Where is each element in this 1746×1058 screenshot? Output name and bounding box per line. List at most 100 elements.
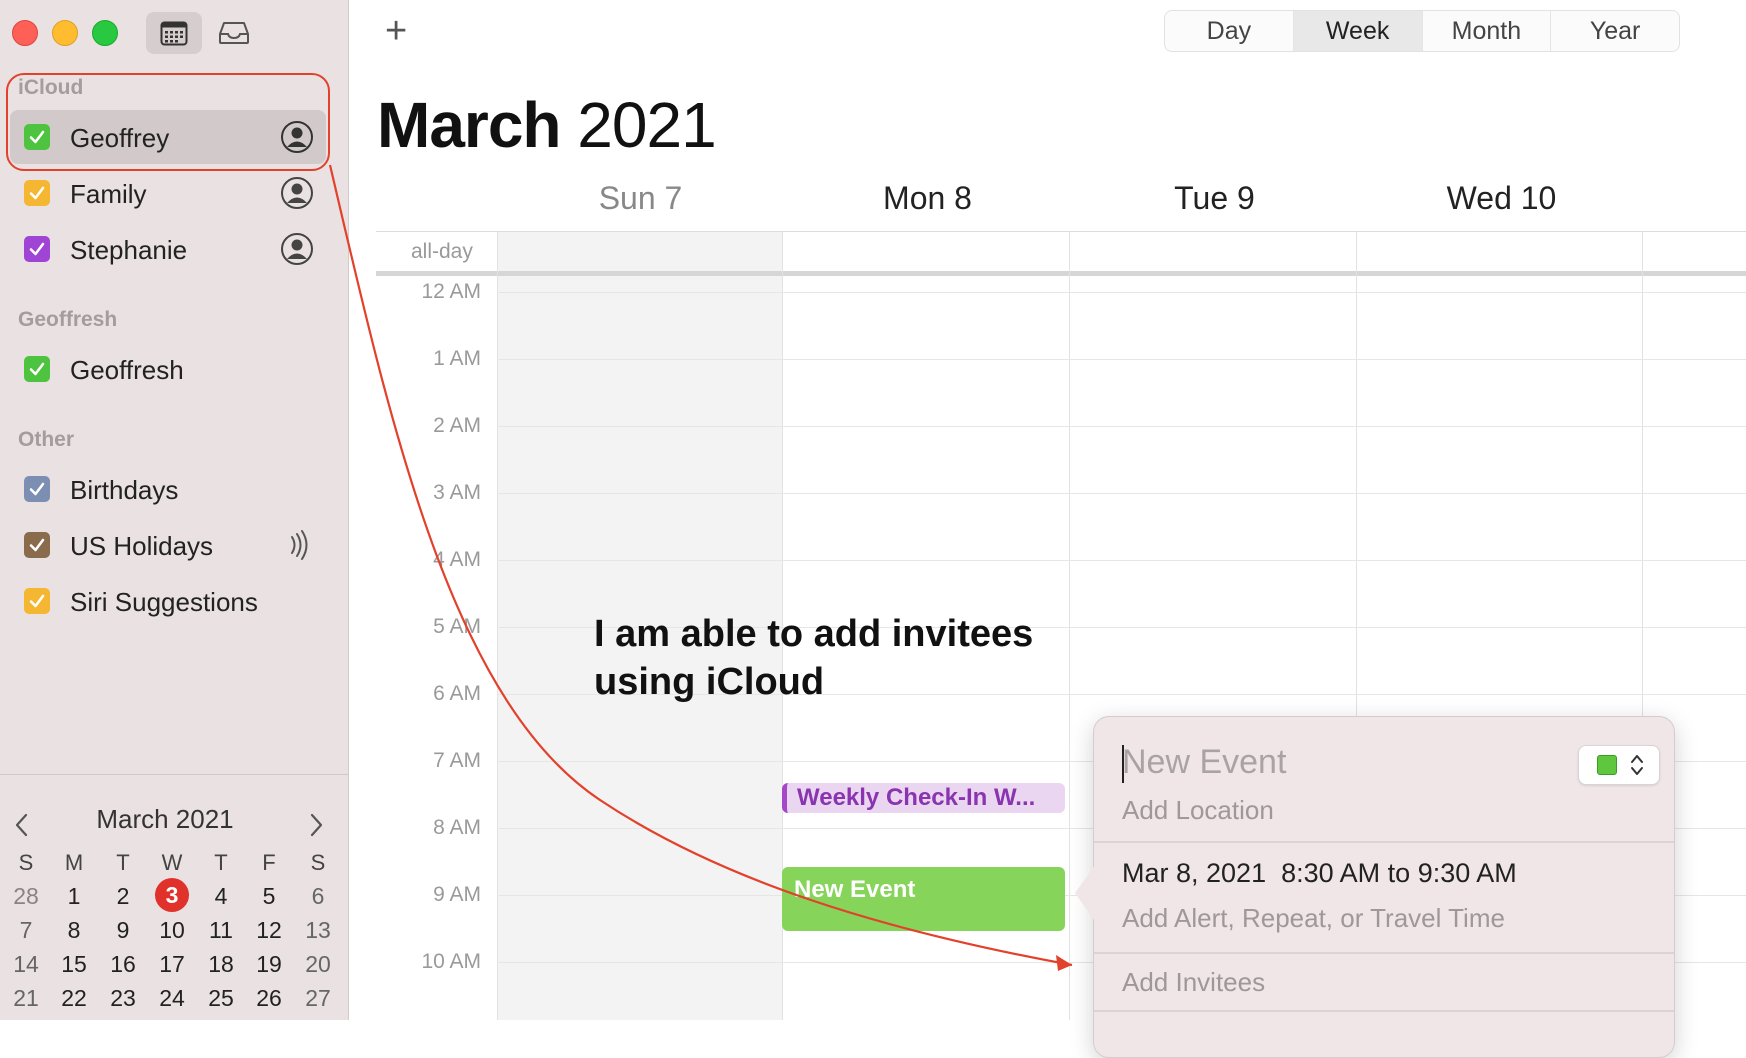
calendar-label: Siri Suggestions — [70, 587, 258, 617]
tab-year[interactable]: Year — [1551, 11, 1679, 51]
divider — [1094, 841, 1674, 843]
day-header-tue[interactable]: Tue 9 — [1071, 180, 1358, 217]
page-title: March 2021 — [377, 88, 717, 162]
chevron-right-icon[interactable] — [306, 812, 326, 838]
calendar-label: Geoffresh — [70, 355, 184, 385]
calendar-item-geoffresh[interactable]: Geoffresh — [10, 342, 326, 396]
mini-day-cell[interactable]: 16 — [99, 951, 147, 978]
mini-day-cell[interactable]: 27 — [294, 985, 342, 1012]
mini-day-cell[interactable]: 12 — [245, 917, 293, 944]
event-new-event[interactable]: New Event — [782, 867, 1065, 931]
group-title-geoffresh: Geoffresh — [18, 308, 118, 331]
checkbox-stephanie[interactable] — [24, 236, 50, 262]
up-down-chevron-icon — [1631, 755, 1643, 775]
zoom-window-button[interactable] — [92, 20, 118, 46]
subscription-broadcast-icon — [291, 530, 308, 560]
calendar-item-family[interactable]: Family — [10, 166, 326, 220]
checkbox-geoffresh[interactable] — [24, 356, 50, 382]
hour-label: 10 AM — [421, 950, 481, 973]
mini-day-cell[interactable]: 25 — [197, 985, 245, 1012]
calendar-item-birthdays[interactable]: Birthdays — [10, 462, 326, 516]
checkbox-birthdays[interactable] — [24, 476, 50, 502]
mini-day-cell[interactable]: 26 — [245, 985, 293, 1012]
calendar-color-picker[interactable] — [1578, 745, 1660, 785]
tab-month[interactable]: Month — [1423, 11, 1552, 51]
checkmark-icon — [29, 482, 45, 496]
mini-day-cell[interactable]: 17 — [148, 951, 196, 978]
hour-gridline — [497, 359, 1746, 360]
checkbox-siri-suggestions[interactable] — [24, 588, 50, 614]
annotation-text: I am able to add invitees using iCloud — [594, 610, 1033, 706]
calendar-item-stephanie[interactable]: Stephanie — [10, 222, 326, 276]
checkbox-family[interactable] — [24, 180, 50, 206]
mini-day-cell[interactable]: 6 — [294, 883, 342, 910]
checkmark-icon — [29, 362, 45, 376]
mini-day-cell[interactable]: 1 — [50, 883, 98, 910]
checkmark-icon — [29, 594, 45, 608]
checkmark-icon — [29, 538, 45, 552]
mini-day-cell[interactable]: 19 — [245, 951, 293, 978]
event-title-input[interactable]: New Event — [1122, 743, 1286, 782]
today-marker: 3 — [155, 878, 189, 912]
mini-day-cell[interactable]: 23 — [99, 985, 147, 1012]
event-weekly-check-in[interactable]: Weekly Check-In W... — [782, 783, 1065, 813]
month-name: March — [377, 89, 561, 161]
mini-weekday-label: T — [116, 850, 130, 875]
person-circle-icon[interactable] — [280, 232, 314, 266]
mini-weekday-label: S — [18, 850, 34, 875]
group-title-other: Other — [18, 428, 75, 451]
person-circle-icon[interactable] — [280, 176, 314, 210]
day-header-mon[interactable]: Mon 8 — [784, 180, 1071, 217]
mini-day-cell[interactable]: 8 — [50, 917, 98, 944]
popover-arrow — [1075, 865, 1095, 921]
tab-week[interactable]: Week — [1293, 11, 1423, 51]
mini-day-cell[interactable]: 21 — [2, 985, 50, 1012]
day-header-wed[interactable]: Wed 10 — [1358, 180, 1645, 217]
event-detail-popover: New Event Add Location Mar 8, 2021 8:30 … — [1075, 716, 1675, 1058]
alert-repeat-travel-input[interactable]: Add Alert, Repeat, or Travel Time — [1122, 903, 1505, 934]
view-switcher: Day Week Month Year — [1164, 10, 1680, 52]
calendar-label: Stephanie — [70, 235, 188, 265]
hour-label: 7 AM — [433, 749, 481, 772]
add-event-button[interactable]: + — [385, 10, 407, 53]
mini-day-cell[interactable]: 13 — [294, 917, 342, 944]
calendar-item-us-holidays[interactable]: US Holidays — [10, 518, 326, 572]
close-window-button[interactable] — [12, 20, 38, 46]
inbox-tray-icon — [219, 22, 249, 44]
mini-day-cell[interactable]: 5 — [245, 883, 293, 910]
mini-day-cell[interactable]: 14 — [2, 951, 50, 978]
checkmark-icon — [29, 242, 45, 256]
tab-day[interactable]: Day — [1165, 11, 1294, 51]
mini-day-cell[interactable]: 18 — [197, 951, 245, 978]
mini-weekday-label: M — [64, 850, 84, 875]
mini-day-cell[interactable]: 10 — [148, 917, 196, 944]
mini-day-cell[interactable]: 2 — [99, 883, 147, 910]
calendar-list-button[interactable] — [146, 12, 202, 54]
divider — [1094, 1010, 1674, 1012]
mini-day-cell[interactable]: 20 — [294, 951, 342, 978]
mini-day-cell[interactable]: 24 — [148, 985, 196, 1012]
mini-day-cell[interactable]: 28 — [2, 883, 50, 910]
day-header-sun[interactable]: Sun 7 — [497, 180, 784, 217]
mini-day-cell[interactable]: 11 — [197, 917, 245, 944]
hour-label: 12 AM — [421, 280, 481, 303]
all-day-separator — [376, 271, 1746, 276]
color-swatch — [1597, 755, 1617, 775]
hour-label: 4 AM — [433, 548, 481, 571]
mini-day-cell[interactable]: 9 — [99, 917, 147, 944]
mini-day-cell[interactable]: 22 — [50, 985, 98, 1012]
event-date-time[interactable]: Mar 8, 2021 8:30 AM to 9:30 AM — [1122, 858, 1517, 889]
annotation-line: I am able to add invitees — [594, 613, 1034, 655]
annotation-highlight-box — [6, 73, 330, 171]
checkbox-us-holidays[interactable] — [24, 532, 50, 558]
mini-day-cell[interactable]: 7 — [2, 917, 50, 944]
add-invitees-input[interactable]: Add Invitees — [1122, 967, 1265, 998]
mini-day-cell[interactable]: 3 — [148, 878, 196, 912]
calendar-item-siri-suggestions[interactable]: Siri Suggestions — [10, 574, 326, 628]
mini-day-cell[interactable]: 4 — [197, 883, 245, 910]
calendar-icon — [160, 21, 188, 46]
inbox-button[interactable] — [206, 12, 262, 54]
minimize-window-button[interactable] — [52, 20, 78, 46]
mini-day-cell[interactable]: 15 — [50, 951, 98, 978]
location-input[interactable]: Add Location — [1122, 795, 1274, 826]
